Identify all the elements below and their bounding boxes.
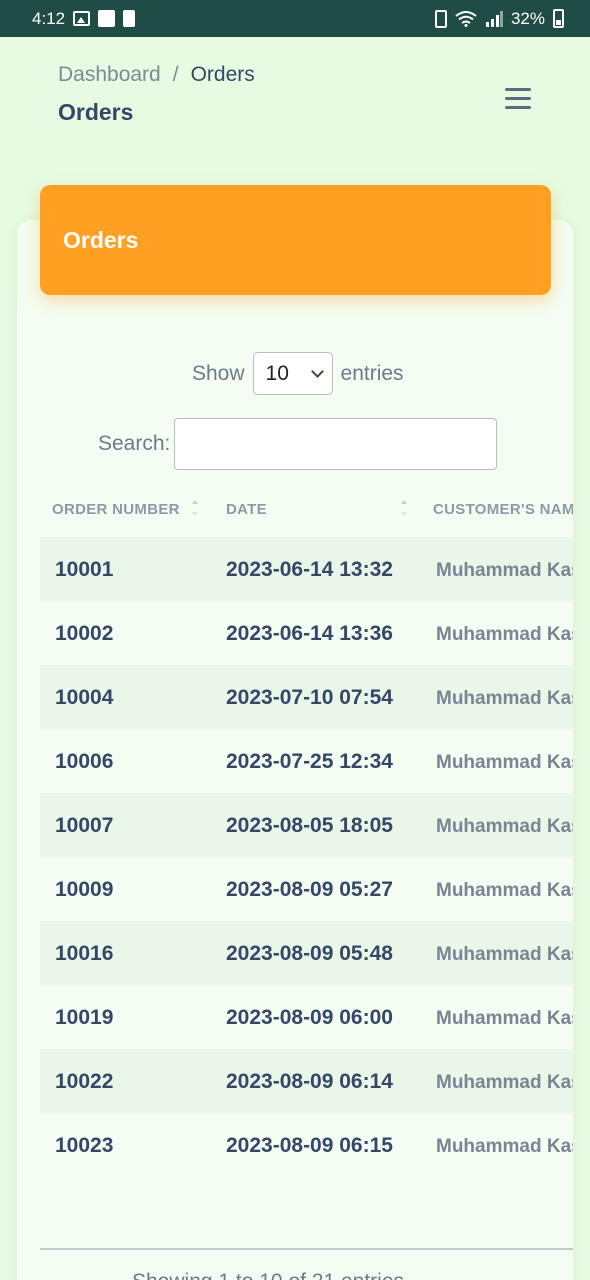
battery-percent: 32% xyxy=(510,8,545,28)
page-title: Orders xyxy=(58,99,134,125)
status-bar-left: 4:12 xyxy=(32,8,136,29)
customer-name-cell: Muhammad Kas xyxy=(436,560,573,581)
table-row[interactable]: 10002 2023-06-14 13:36 Muhammad Kas xyxy=(40,601,573,665)
breadcrumb: Dashboard / Orders xyxy=(58,63,255,87)
search-label: Search: xyxy=(98,432,171,455)
status-time: 4:12 xyxy=(32,8,66,28)
search-input[interactable] xyxy=(174,418,498,470)
order-number-cell: 10022 xyxy=(55,1070,114,1093)
card-header: Orders xyxy=(40,185,551,295)
breadcrumb-current: Orders xyxy=(190,63,255,86)
order-number-cell: 10016 xyxy=(55,942,114,965)
length-menu-suffix: entries xyxy=(340,361,404,385)
table-row[interactable]: 10009 2023-08-09 05:27 Muhammad Kas xyxy=(40,857,573,921)
table-row[interactable]: 10007 2023-08-05 18:05 Muhammad Kas xyxy=(40,793,573,857)
column-header-date[interactable]: DATE xyxy=(226,501,267,518)
order-number-cell: 10001 xyxy=(55,558,114,581)
battery-icon xyxy=(553,9,564,28)
card-title: Orders xyxy=(63,226,139,253)
customer-name-cell: Muhammad Kas xyxy=(436,1008,573,1029)
customer-name-cell: Muhammad Kas xyxy=(436,1072,573,1093)
date-cell: 2023-07-10 07:54 xyxy=(226,686,393,709)
table-row[interactable]: 10023 2023-08-09 06:15 Muhammad Kas xyxy=(40,1113,573,1177)
date-cell: 2023-06-14 13:32 xyxy=(226,558,393,581)
table-row[interactable]: 10016 2023-08-09 05:48 Muhammad Kas xyxy=(40,921,573,985)
order-number-cell: 10019 xyxy=(55,1006,114,1029)
customer-name-cell: Muhammad Kas xyxy=(436,1136,573,1157)
table-row[interactable]: 10001 2023-06-14 13:32 Muhammad Kas xyxy=(40,537,573,601)
search-row: Search: xyxy=(98,418,498,470)
order-number-cell: 10002 xyxy=(55,622,114,645)
sort-icon[interactable] xyxy=(191,498,199,518)
customer-name-cell: Muhammad Kas xyxy=(436,624,573,645)
wifi-icon xyxy=(455,10,477,27)
status-bar-right: 32% xyxy=(434,8,564,29)
order-number-cell: 10023 xyxy=(55,1134,114,1157)
chevron-down-icon xyxy=(310,364,324,378)
breadcrumb-separator: / xyxy=(172,63,179,86)
table-info: Showing 1 to 10 of 21 entries xyxy=(132,1270,404,1280)
gallery-notification-icon xyxy=(73,11,91,26)
order-number-cell: 10009 xyxy=(55,878,114,901)
device-notification-icon xyxy=(98,10,116,27)
table-row[interactable]: 10022 2023-08-09 06:14 Muhammad Kas xyxy=(40,1049,573,1113)
table-row[interactable]: 10006 2023-07-25 12:34 Muhammad Kas xyxy=(40,729,573,793)
customer-name-cell: Muhammad Kas xyxy=(436,688,573,709)
battery-saver-icon xyxy=(123,10,136,27)
breadcrumb-dashboard-link[interactable]: Dashboard xyxy=(58,63,161,87)
customer-name-cell: Muhammad Kas xyxy=(436,944,573,965)
table-body: 10001 2023-06-14 13:32 Muhammad Kas 10002 20… xyxy=(40,537,573,1177)
table-header: ORDER NUMBER DATE CUSTOMER'S NAM xyxy=(40,480,573,537)
customer-name-cell: Muhammad Kas xyxy=(436,816,573,837)
date-cell: 2023-07-25 12:34 xyxy=(226,750,393,773)
length-menu: Show 10 entries xyxy=(192,352,404,395)
order-number-cell: 10004 xyxy=(55,686,114,709)
entries-select-value: 10 xyxy=(265,361,289,385)
date-cell: 2023-06-14 13:36 xyxy=(226,622,393,645)
entries-select[interactable]: 10 xyxy=(252,352,333,395)
date-cell: 2023-08-09 05:27 xyxy=(226,878,393,901)
vibrate-icon xyxy=(434,9,447,28)
date-cell: 2023-08-09 05:48 xyxy=(226,942,393,965)
length-menu-prefix: Show xyxy=(192,361,245,385)
date-cell: 2023-08-09 06:00 xyxy=(226,1006,393,1029)
column-header-order-number[interactable]: ORDER NUMBER xyxy=(52,501,180,518)
date-cell: 2023-08-05 18:05 xyxy=(226,814,393,837)
customer-name-cell: Muhammad Kas xyxy=(436,880,573,901)
table-footer-divider xyxy=(40,1248,573,1250)
sort-icon[interactable] xyxy=(400,498,408,518)
signal-icon xyxy=(485,10,503,27)
table-row[interactable]: 10004 2023-07-10 07:54 Muhammad Kas xyxy=(40,665,573,729)
order-number-cell: 10006 xyxy=(55,750,114,773)
date-cell: 2023-08-09 06:15 xyxy=(226,1134,393,1157)
order-number-cell: 10007 xyxy=(55,814,114,837)
column-header-customer-name[interactable]: CUSTOMER'S NAM xyxy=(433,501,573,518)
orders-table: ORDER NUMBER DATE CUSTOMER'S NAM 10001 20… xyxy=(40,480,573,1180)
customer-name-cell: Muhammad Kas xyxy=(436,752,573,773)
hamburger-menu-icon[interactable] xyxy=(505,88,535,112)
status-bar: 4:12 32% xyxy=(0,0,590,37)
date-cell: 2023-08-09 06:14 xyxy=(226,1070,393,1093)
table-row[interactable]: 10019 2023-08-09 06:00 Muhammad Kas xyxy=(40,985,573,1049)
